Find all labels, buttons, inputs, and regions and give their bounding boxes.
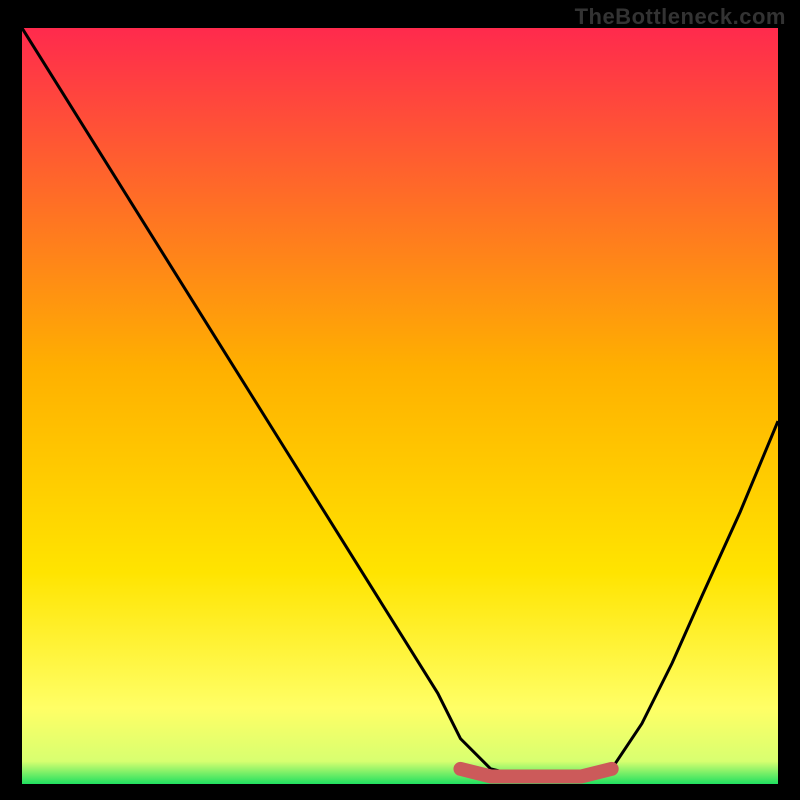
chart-stage: TheBottleneck.com [0,0,800,800]
watermark-text: TheBottleneck.com [575,4,786,30]
plot-svg [22,28,778,784]
gradient-background [22,28,778,784]
plot-area [22,28,778,784]
optimal-band-marker [460,769,611,777]
